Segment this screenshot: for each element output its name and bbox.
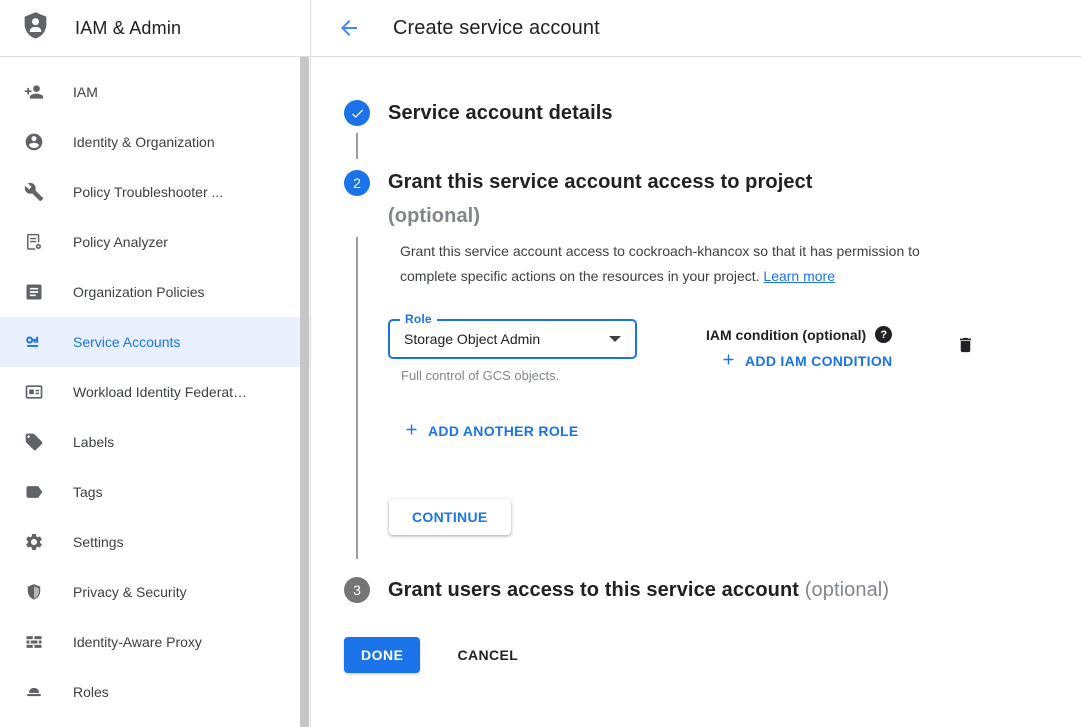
plus-icon bbox=[720, 351, 737, 371]
sidebar-item-label: Service Accounts bbox=[73, 334, 180, 350]
sidebar-item-label: Organization Policies bbox=[73, 284, 205, 300]
back-button[interactable] bbox=[337, 16, 361, 40]
sidebar-item-label: Roles bbox=[73, 684, 109, 700]
person-add-icon bbox=[24, 82, 44, 102]
step2-title-text: Grant this service account access to pro… bbox=[388, 171, 813, 193]
add-another-role-label: ADD ANOTHER ROLE bbox=[428, 423, 579, 439]
sidebar-item-label: IAM bbox=[73, 84, 98, 100]
sidebar-header: IAM & Admin bbox=[0, 0, 310, 57]
step3-title[interactable]: Grant users access to this service accou… bbox=[388, 579, 889, 602]
roles-hat-icon bbox=[24, 682, 44, 702]
sidebar-item-label: Tags bbox=[73, 484, 103, 500]
sidebar-item-settings[interactable]: Settings bbox=[0, 517, 310, 567]
service-account-key-icon bbox=[24, 332, 44, 352]
continue-button[interactable]: CONTINUE bbox=[389, 499, 511, 535]
step2-number-badge: 2 bbox=[344, 170, 370, 196]
sidebar-item-organization-policies[interactable]: Organization Policies bbox=[0, 267, 310, 317]
sidebar-item-tags[interactable]: Tags bbox=[0, 467, 310, 517]
app-window: IAM & Admin IAM Identity & Organization … bbox=[0, 0, 1081, 727]
plus-icon bbox=[403, 421, 420, 441]
sidebar-item-policy-analyzer[interactable]: Policy Analyzer bbox=[0, 217, 310, 267]
sidebar-item-identity-aware-proxy[interactable]: Identity-Aware Proxy bbox=[0, 617, 310, 667]
add-iam-condition-label: ADD IAM CONDITION bbox=[745, 353, 892, 369]
sidebar-item-label: Workload Identity Federat… bbox=[73, 384, 247, 400]
step1-header: Service account details bbox=[344, 100, 981, 126]
role-select-value: Storage Object Admin bbox=[404, 331, 540, 347]
iam-admin-shield-icon bbox=[21, 11, 50, 45]
sidebar-item-label: Policy Troubleshooter ... bbox=[73, 184, 223, 200]
gear-icon bbox=[24, 532, 44, 552]
step-connector bbox=[356, 133, 358, 159]
sidebar-item-label: Identity-Aware Proxy bbox=[73, 634, 202, 650]
role-select[interactable]: Role Storage Object Admin bbox=[388, 319, 637, 359]
main-area: Create service account Service account d… bbox=[311, 0, 1081, 727]
step3-title-text: Grant users access to this service accou… bbox=[388, 579, 799, 601]
step1-title[interactable]: Service account details bbox=[388, 102, 613, 125]
page-title: Create service account bbox=[393, 17, 600, 40]
step3-optional-label: (optional) bbox=[805, 579, 889, 601]
sidebar-item-workload-identity-federation[interactable]: Workload Identity Federat… bbox=[0, 367, 310, 417]
tag-icon bbox=[24, 482, 44, 502]
chevron-down-icon bbox=[609, 336, 621, 342]
add-iam-condition-button[interactable]: ADD IAM CONDITION bbox=[720, 351, 892, 371]
sidebar-item-roles[interactable]: Roles bbox=[0, 667, 310, 717]
step2-optional-label: (optional) bbox=[388, 205, 480, 227]
document-icon bbox=[24, 282, 44, 302]
step2-body: Grant this service account access to coc… bbox=[344, 237, 981, 559]
label-icon bbox=[24, 432, 44, 452]
sidebar-item-label: Privacy & Security bbox=[73, 584, 187, 600]
cancel-button[interactable]: CANCEL bbox=[451, 646, 524, 664]
sidebar: IAM & Admin IAM Identity & Organization … bbox=[0, 0, 311, 727]
policy-analyzer-icon bbox=[24, 232, 44, 252]
sidebar-item-label: Policy Analyzer bbox=[73, 234, 168, 250]
sidebar-item-label: Settings bbox=[73, 534, 124, 550]
wizard-content: Service account details 2 Grant this ser… bbox=[311, 57, 1081, 673]
badge-card-icon bbox=[24, 382, 44, 402]
wizard-footer: DONE CANCEL bbox=[344, 637, 981, 673]
role-select-label: Role bbox=[400, 312, 437, 326]
step1-complete-check-icon bbox=[344, 100, 370, 126]
sidebar-item-identity-organization[interactable]: Identity & Organization bbox=[0, 117, 310, 167]
help-icon[interactable]: ? bbox=[875, 326, 892, 343]
add-another-role-button[interactable]: ADD ANOTHER ROLE bbox=[403, 421, 579, 441]
role-row: Role Storage Object Admin Full control o… bbox=[388, 319, 981, 383]
step3-header: 3 Grant users access to this service acc… bbox=[344, 577, 981, 603]
step3-number-badge: 3 bbox=[344, 577, 370, 603]
sidebar-item-service-accounts[interactable]: Service Accounts bbox=[0, 317, 310, 367]
step2-header: 2 Grant this service account access to p… bbox=[344, 165, 981, 233]
step-connector-line bbox=[344, 237, 370, 559]
wrench-icon bbox=[24, 182, 44, 202]
iam-condition-label: IAM condition (optional) bbox=[706, 327, 866, 343]
iam-condition-block: IAM condition (optional) ? ADD IAM CONDI… bbox=[706, 319, 892, 371]
sidebar-item-label: Identity & Organization bbox=[73, 134, 215, 150]
account-circle-icon bbox=[24, 132, 44, 152]
learn-more-link[interactable]: Learn more bbox=[763, 268, 835, 284]
sidebar-item-iam[interactable]: IAM bbox=[0, 67, 310, 117]
sidebar-item-labels[interactable]: Labels bbox=[0, 417, 310, 467]
sidebar-nav: IAM Identity & Organization Policy Troub… bbox=[0, 57, 310, 717]
step2-description: Grant this service account access to coc… bbox=[388, 239, 970, 289]
page-header: Create service account bbox=[311, 0, 1081, 57]
sidebar-item-privacy-security[interactable]: Privacy & Security bbox=[0, 567, 310, 617]
shield-icon bbox=[24, 582, 44, 602]
back-arrow-icon bbox=[337, 16, 361, 40]
role-field-block: Role Storage Object Admin Full control o… bbox=[388, 319, 637, 383]
role-helper-text: Full control of GCS objects. bbox=[388, 368, 637, 383]
step2-description-text: Grant this service account access to coc… bbox=[400, 243, 920, 284]
sidebar-product-title: IAM & Admin bbox=[75, 18, 181, 39]
done-button[interactable]: DONE bbox=[344, 637, 420, 673]
delete-role-button[interactable] bbox=[956, 335, 975, 358]
trash-icon bbox=[956, 343, 975, 358]
step2-title[interactable]: Grant this service account access to pro… bbox=[388, 165, 813, 233]
sidebar-scrollbar[interactable] bbox=[300, 57, 309, 727]
sidebar-item-policy-troubleshooter[interactable]: Policy Troubleshooter ... bbox=[0, 167, 310, 217]
proxy-icon bbox=[24, 632, 44, 652]
sidebar-item-label: Labels bbox=[73, 434, 114, 450]
